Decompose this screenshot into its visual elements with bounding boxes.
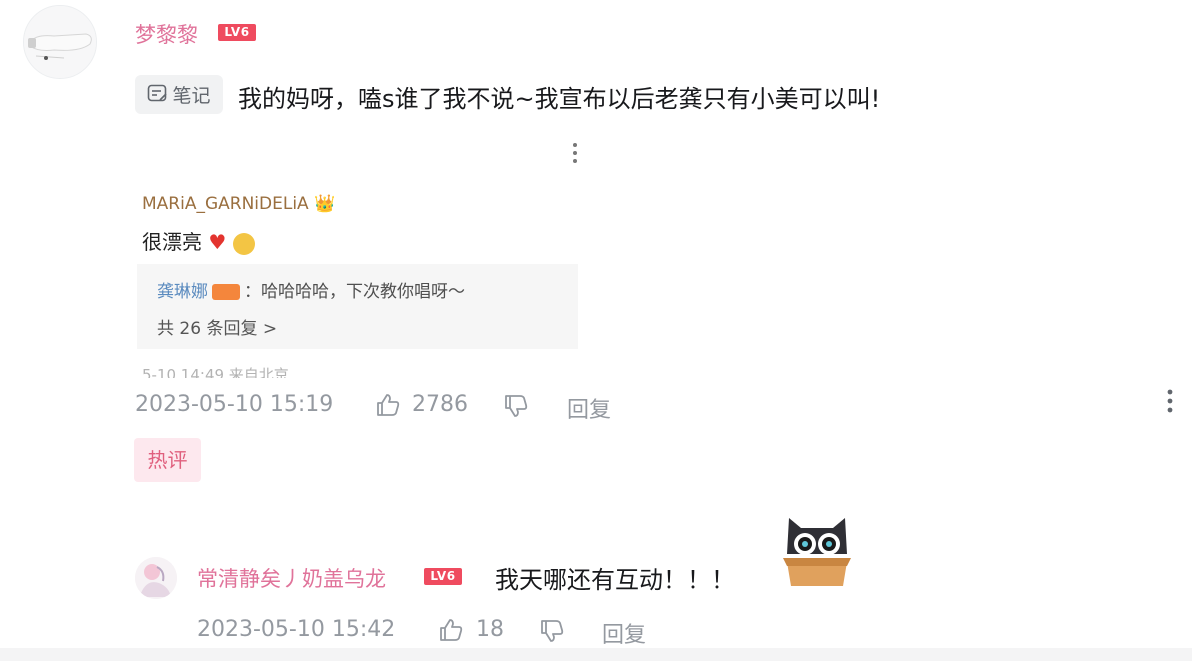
reply-level-badge: LV6: [424, 568, 462, 585]
hot-comment-tag: 热评: [134, 438, 201, 482]
note-tag-label: 笔记: [172, 85, 211, 107]
embed-reply-text: ：哈哈哈哈，下次教你唱呀～: [244, 282, 465, 302]
heart-icon: ♥: [208, 230, 227, 254]
embed-username: MARiA_GARNiDELiA 👑: [142, 194, 336, 214]
more-vertical-icon[interactable]: [1166, 389, 1174, 413]
bottom-divider: [0, 648, 1192, 661]
reply-timestamp: 2023-05-10 15:42: [197, 617, 396, 642]
reply-thumb-up-icon[interactable]: [438, 617, 464, 647]
thumb-up-icon[interactable]: [375, 392, 401, 422]
shocked-emoji-icon: [232, 232, 255, 255]
like-count: 2786: [412, 392, 468, 417]
reply-button[interactable]: 回复: [567, 392, 611, 424]
note-icon: [147, 83, 169, 107]
level-badge: LV6: [218, 24, 256, 41]
thumb-down-icon[interactable]: [503, 393, 529, 423]
comment-timestamp: 2023-05-10 15:19: [135, 392, 334, 417]
more-vertical-icon: [573, 143, 577, 163]
reply-reply-button[interactable]: 回复: [602, 617, 646, 649]
reply-username[interactable]: 常清静矣丿奶盖乌龙: [197, 563, 386, 593]
avatar-image: [24, 6, 96, 78]
embed-reply: 龚琳娜 ：哈哈哈哈，下次教你唱呀～: [157, 277, 465, 302]
reply-like-count: 18: [476, 617, 504, 642]
username[interactable]: 梦黎黎: [135, 19, 198, 49]
embed-text: 很漂亮 ♥: [142, 226, 255, 255]
note-tag[interactable]: 笔记: [135, 75, 223, 114]
reply-avatar-image: [135, 557, 177, 599]
embed-reply-name: 龚琳娜: [157, 282, 208, 302]
author-badge: [212, 284, 240, 300]
cat-emote-icon: [783, 518, 851, 586]
embed-time-location: 5-10 14:49 来自北京: [142, 366, 289, 378]
embed-more-replies: 共 26 条回复 >: [157, 319, 278, 339]
comment-text: 我的妈呀，嗑s谁了我不说~我宣布以后老龚只有小美可以叫!: [238, 85, 881, 113]
reply-thumb-down-icon[interactable]: [539, 618, 565, 648]
reply-avatar[interactable]: [135, 557, 177, 599]
reply-text: 我天哪还有互动！！！: [495, 566, 735, 594]
embedded-screenshot[interactable]: MARiA_GARNiDELiA 👑 很漂亮 ♥ 龚琳娜 ：哈哈哈哈，下次教你唱呀…: [135, 128, 578, 378]
avatar[interactable]: [23, 5, 97, 79]
